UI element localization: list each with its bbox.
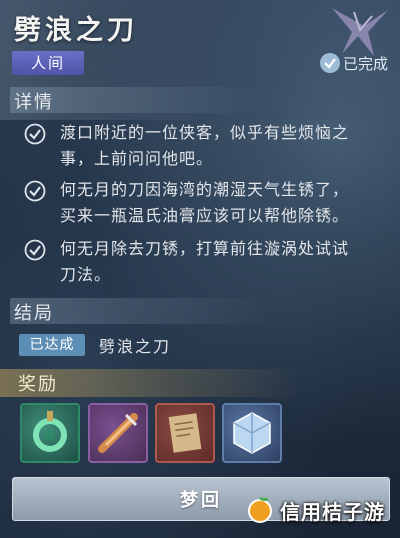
detail-item: 何无月除去刀锈，打算前往漩涡处试试 刀法。 — [24, 236, 394, 288]
orange-logo-icon — [248, 496, 272, 523]
detail-line: 何无月除去刀锈，打算前往漩涡处试试 — [60, 239, 350, 258]
reward-item[interactable] — [222, 403, 282, 463]
rewards-heading: 奖励 — [18, 374, 58, 395]
site-watermark: 信用桔子游 — [244, 494, 385, 526]
detail-text: 何无月的刀因海湾的潮湿天气生锈了， 买来一瓶温氏油膏应该可以帮他除锈。 — [60, 177, 349, 229]
quest-title: 劈浪之刀 — [14, 15, 138, 46]
detail-text: 何无月除去刀锈，打算前往漩涡处试试 刀法。 — [60, 236, 349, 288]
detail-line: 买来一瓶温氏油膏应该可以帮他除锈。 — [60, 206, 350, 225]
check-icon — [24, 239, 46, 261]
details-heading: 详情 — [14, 92, 54, 113]
quest-status: 已完成 — [319, 50, 388, 76]
blade-scroll-icon — [98, 413, 138, 453]
detail-item: 何无月的刀因海湾的潮湿天气生锈了， 买来一瓶温氏油膏应该可以帮他除锈。 — [24, 177, 394, 229]
detail-text: 渡口附近的一位侠客，似乎有些烦恼之 事，上前问问他吧。 — [60, 120, 349, 172]
check-icon — [24, 123, 46, 145]
reward-item[interactable] — [88, 403, 148, 463]
paper-note-icon — [168, 413, 202, 453]
detail-line: 渡口附近的一位侠客，似乎有些烦恼之 — [60, 123, 350, 142]
ending-achieved-tag: 已达成 — [19, 334, 85, 356]
jade-pendant-icon — [33, 411, 67, 452]
quest-panel: 劈浪之刀 人间 已完成 详情 渡口附近的一位侠客，似乎有些烦恼之 事，上前问问他… — [0, 0, 400, 538]
crystal-cube-icon — [233, 412, 271, 454]
watermark-text: 信用桔子游 — [280, 499, 385, 524]
detail-line: 何无月的刀因海湾的潮湿天气生锈了， — [60, 180, 350, 199]
quest-category-tag: 人间 — [12, 51, 84, 75]
detail-item: 渡口附近的一位侠客，似乎有些烦恼之 事，上前问问他吧。 — [24, 120, 394, 172]
detail-line: 事，上前问问他吧。 — [60, 149, 214, 168]
ending-heading: 结局 — [14, 303, 54, 324]
ending-name: 劈浪之刀 — [99, 337, 172, 356]
reward-item[interactable] — [20, 403, 80, 463]
reward-item[interactable] — [155, 403, 215, 463]
check-icon — [24, 180, 46, 202]
detail-line: 刀法。 — [60, 265, 112, 284]
status-label: 已完成 — [342, 54, 388, 73]
completed-check-icon — [319, 53, 340, 73]
